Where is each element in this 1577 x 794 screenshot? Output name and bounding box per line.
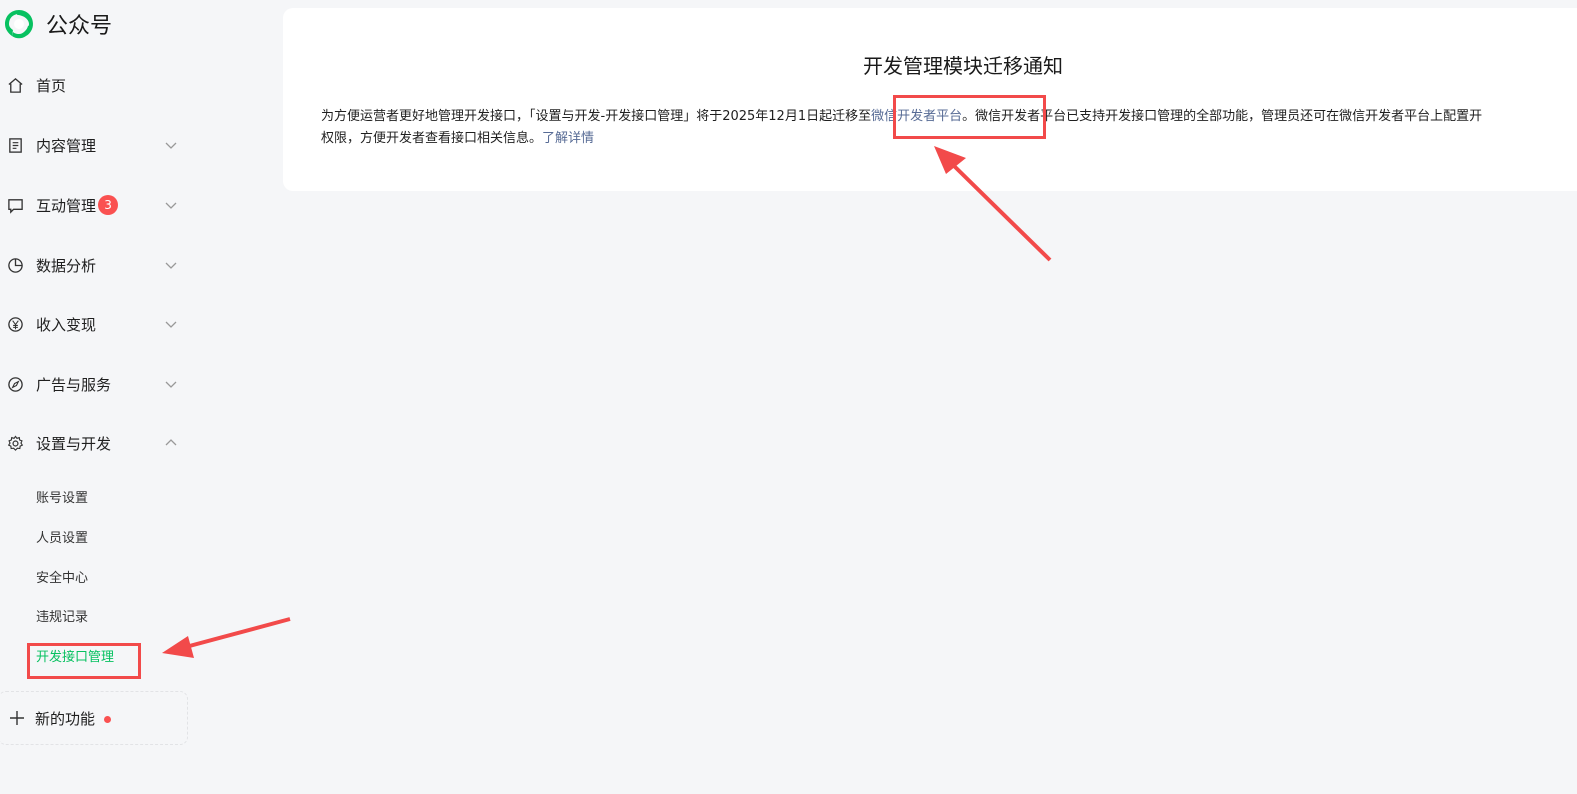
compass-icon xyxy=(6,375,24,393)
notice-title: 开发管理模块迁移通知 xyxy=(863,54,1063,78)
sidebar-item-label: 设置与开发 xyxy=(36,434,112,453)
sidebar-item-label: 互动管理 xyxy=(36,196,97,215)
plus-icon xyxy=(10,711,24,725)
sidebar-item-monetization[interactable]: 收入变现 xyxy=(6,309,178,339)
brand[interactable]: 公众号 xyxy=(2,6,112,42)
brand-name: 公众号 xyxy=(46,14,113,39)
message-icon xyxy=(6,196,24,214)
sidebar-item-ads-services[interactable]: 广告与服务 xyxy=(6,369,178,399)
sidebar-item-label: 内容管理 xyxy=(36,136,97,155)
new-function-label: 新的功能 xyxy=(35,709,96,728)
learn-more-link[interactable]: 了解详情 xyxy=(542,131,594,146)
sub-item-account-settings[interactable]: 账号设置 xyxy=(36,487,88,506)
sidebar-item-content[interactable]: 内容管理 xyxy=(6,130,178,160)
sidebar-item-label: 首页 xyxy=(36,76,67,95)
chevron-up-icon xyxy=(165,439,177,446)
sidebar-item-label: 收入变现 xyxy=(36,315,97,334)
notice-text-part3: 权限，方便开发者查看接口相关信息。 xyxy=(321,131,543,146)
pie-chart-icon xyxy=(6,256,24,274)
sub-item-violation-records[interactable]: 违规记录 xyxy=(36,606,88,625)
sidebar-item-label: 数据分析 xyxy=(36,256,97,275)
sub-item-security-center[interactable]: 安全中心 xyxy=(36,567,88,586)
yen-icon xyxy=(6,315,24,333)
chevron-down-icon xyxy=(165,381,177,388)
gear-icon xyxy=(6,434,24,452)
annotation-highlight-box-platform-link xyxy=(893,95,1046,139)
home-icon xyxy=(6,76,24,94)
new-function-button[interactable]: 新的功能 xyxy=(0,691,188,745)
sidebar-item-home[interactable]: 首页 xyxy=(6,70,178,100)
sidebar-item-label: 广告与服务 xyxy=(36,375,112,394)
sidebar-item-settings-dev[interactable]: 设置与开发 xyxy=(6,428,178,458)
red-dot-indicator xyxy=(104,715,112,723)
notice-text-part1: 为方便运营者更好地管理开发接口，「设置与开发-开发接口管理」将于2025年12月… xyxy=(321,109,872,124)
chevron-down-icon xyxy=(165,202,177,209)
chevron-down-icon xyxy=(165,262,177,269)
notification-badge: 3 xyxy=(98,195,119,215)
wechat-official-logo-icon xyxy=(5,10,33,39)
sub-item-member-settings[interactable]: 人员设置 xyxy=(36,527,88,546)
document-icon xyxy=(6,136,24,154)
annotation-highlight-box-dev-interface xyxy=(27,643,141,679)
chevron-down-icon xyxy=(165,142,177,149)
chevron-down-icon xyxy=(165,321,177,328)
sidebar-item-analytics[interactable]: 数据分析 xyxy=(6,250,178,280)
sidebar-item-interaction[interactable]: 互动管理 3 xyxy=(6,190,178,220)
